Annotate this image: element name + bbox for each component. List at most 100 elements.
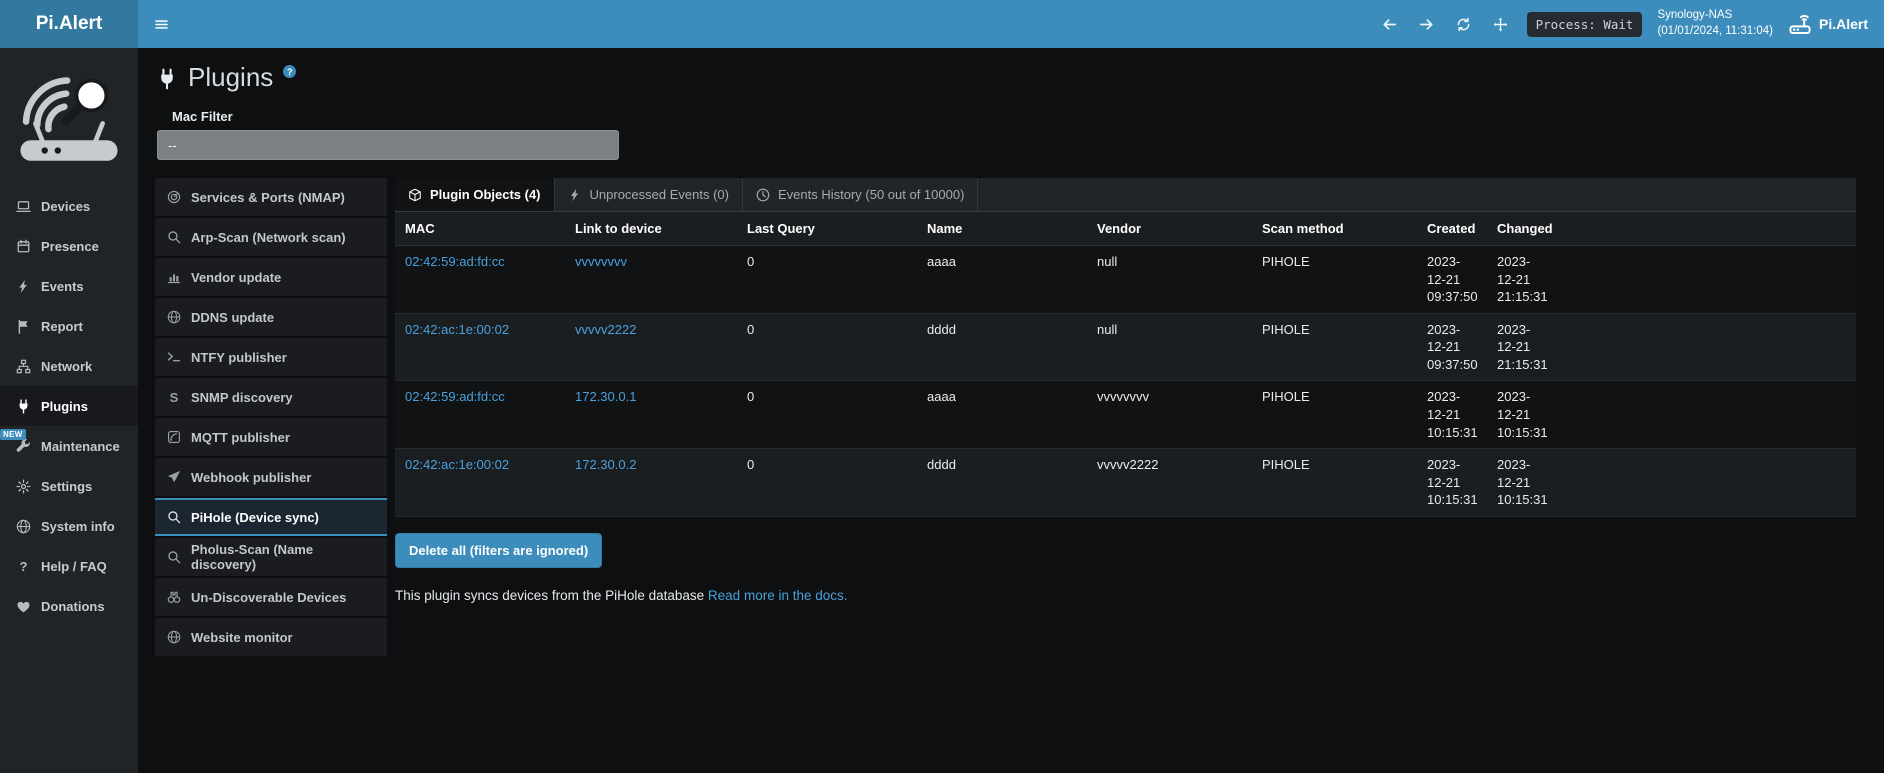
sidebar-item-label: Presence: [41, 239, 99, 254]
host-name: Synology-NAS: [1657, 8, 1773, 24]
hamburger-icon: [154, 17, 169, 32]
plugin-item-nmap[interactable]: Services & Ports (NMAP): [155, 178, 387, 216]
mac-link[interactable]: 02:42:59:ad:fd:cc: [405, 254, 505, 269]
router-icon: [1788, 12, 1812, 36]
device-link[interactable]: 172.30.0.1: [575, 389, 636, 404]
column-header-mac: MAC: [395, 212, 565, 246]
bar-chart-icon: [167, 270, 181, 284]
radar-icon: [167, 190, 181, 204]
column-header-vendor: Vendor: [1087, 212, 1252, 246]
devices-icon: [16, 199, 31, 214]
sidebar-item-donations[interactable]: Donations: [0, 586, 138, 626]
mac-link[interactable]: 02:42:ac:1e:00:02: [405, 322, 509, 337]
filler-cell: [1559, 246, 1856, 314]
letter-s-icon: S: [167, 390, 181, 404]
tab-events-history[interactable]: Events History (50 out of 10000): [743, 178, 978, 211]
table-header-row: MAC Link to device Last Query Name Vendo…: [395, 212, 1856, 246]
docs-link[interactable]: Read more in the docs.: [708, 588, 848, 603]
plugin-item-undiscoverable-devices[interactable]: Un-Discoverable Devices: [155, 578, 387, 616]
table-row: 02:42:59:ad:fd:cc vvvvvvvv 0 aaaa null P…: [395, 246, 1856, 314]
sidebar-item-network[interactable]: Network: [0, 346, 138, 386]
tab-label: Unprocessed Events (0): [590, 187, 729, 202]
sidebar: Devices Presence Events Report Network P…: [0, 48, 138, 773]
report-icon: [16, 319, 31, 334]
mac-filter-input[interactable]: [157, 130, 619, 160]
plugin-item-ntfy-publisher[interactable]: NTFY publisher: [155, 338, 387, 376]
host-timestamp: (01/01/2024, 11:31:04): [1657, 24, 1773, 40]
sidebar-item-label: Report: [41, 319, 83, 334]
sidebar-item-help-faq[interactable]: ? Help / FAQ: [0, 546, 138, 586]
scan-method-cell: PIHOLE: [1252, 381, 1417, 449]
plugin-description: This plugin syncs devices from the PiHol…: [395, 588, 1856, 603]
paper-plane-icon: [167, 470, 181, 484]
plugin-item-label: MQTT publisher: [191, 430, 290, 445]
sidebar-item-settings[interactable]: Settings: [0, 466, 138, 506]
plugin-item-pholus-scan[interactable]: Pholus-Scan (Name discovery): [155, 538, 387, 576]
arrow-right-icon: [1419, 17, 1434, 32]
vendor-cell: null: [1087, 313, 1252, 381]
tab-plugin-objects[interactable]: Plugin Objects (4): [395, 178, 555, 211]
sidebar-item-label: Plugins: [41, 399, 88, 414]
plugin-item-ddns-update[interactable]: DDNS update: [155, 298, 387, 336]
sidebar-item-events[interactable]: Events: [0, 266, 138, 306]
plugin-item-label: Vendor update: [191, 270, 281, 285]
sidebar-item-devices[interactable]: Devices: [0, 186, 138, 226]
tab-unprocessed-events[interactable]: Unprocessed Events (0): [555, 178, 743, 211]
globe-icon: [167, 310, 181, 324]
created-cell: 2023-12-2109:37:50: [1417, 246, 1487, 314]
plugin-item-vendor-update[interactable]: Vendor update: [155, 258, 387, 296]
plugin-item-pihole[interactable]: PiHole (Device sync): [155, 498, 387, 536]
sidebar-item-presence[interactable]: Presence: [0, 226, 138, 266]
forward-button[interactable]: [1416, 13, 1438, 35]
scan-method-cell: PIHOLE: [1252, 313, 1417, 381]
sidebar-toggle-button[interactable]: [138, 0, 184, 48]
new-badge: NEW: [0, 429, 26, 440]
sidebar-item-label: Settings: [41, 479, 92, 494]
plugin-item-snmp-discovery[interactable]: S SNMP discovery: [155, 378, 387, 416]
device-link[interactable]: 172.30.0.2: [575, 457, 636, 472]
mac-filter-label: Mac Filter: [172, 109, 1884, 124]
device-link[interactable]: vvvvvvvv: [575, 254, 627, 269]
vendor-cell: vvvvvvvv: [1087, 381, 1252, 449]
plugin-item-arp-scan[interactable]: Arp-Scan (Network scan): [155, 218, 387, 256]
maximize-button[interactable]: [1490, 13, 1512, 35]
sidebar-item-system-info[interactable]: System info: [0, 506, 138, 546]
delete-all-button[interactable]: Delete all (filters are ignored): [395, 533, 602, 568]
sidebar-item-label: Maintenance: [41, 439, 120, 454]
refresh-button[interactable]: [1453, 13, 1475, 35]
info-badge-icon[interactable]: ?: [283, 65, 296, 78]
column-header-created: Created: [1417, 212, 1487, 246]
plugin-item-label: NTFY publisher: [191, 350, 287, 365]
binoculars-icon: [167, 590, 181, 604]
cube-icon: [408, 188, 422, 202]
plugin-item-mqtt-publisher[interactable]: MQTT publisher: [155, 418, 387, 456]
plug-icon: [156, 68, 178, 90]
refresh-icon: [1456, 17, 1471, 32]
sidebar-item-report[interactable]: Report: [0, 306, 138, 346]
sidebar-item-label: System info: [41, 519, 115, 534]
mac-link[interactable]: 02:42:59:ad:fd:cc: [405, 389, 505, 404]
plugin-menu: Services & Ports (NMAP) Arp-Scan (Networ…: [155, 178, 387, 658]
sidebar-item-label: Help / FAQ: [41, 559, 107, 574]
scan-method-cell: PIHOLE: [1252, 246, 1417, 314]
globe-icon: [167, 630, 181, 644]
back-button[interactable]: [1379, 13, 1401, 35]
filler-cell: [1559, 449, 1856, 517]
app-logo[interactable]: Pi.Alert: [0, 0, 138, 48]
sidebar-item-plugins[interactable]: Plugins: [0, 386, 138, 426]
device-link[interactable]: vvvvv2222: [575, 322, 636, 337]
sidebar-item-label: Donations: [41, 599, 105, 614]
mqtt-icon: [167, 430, 181, 444]
plugin-item-webhook-publisher[interactable]: Webhook publisher: [155, 458, 387, 496]
last-query-cell: 0: [737, 449, 917, 517]
column-header-scan-method: Scan method: [1252, 212, 1417, 246]
filler-cell: [1559, 313, 1856, 381]
plugin-item-website-monitor[interactable]: Website monitor: [155, 618, 387, 656]
created-cell: 2023-12-2109:37:50: [1417, 313, 1487, 381]
system-info-icon: [16, 519, 31, 534]
sidebar-item-maintenance[interactable]: NEW Maintenance: [0, 426, 138, 466]
presence-icon: [16, 239, 31, 254]
mac-link[interactable]: 02:42:ac:1e:00:02: [405, 457, 509, 472]
plugin-item-label: Website monitor: [191, 630, 293, 645]
search-icon: [167, 550, 181, 564]
